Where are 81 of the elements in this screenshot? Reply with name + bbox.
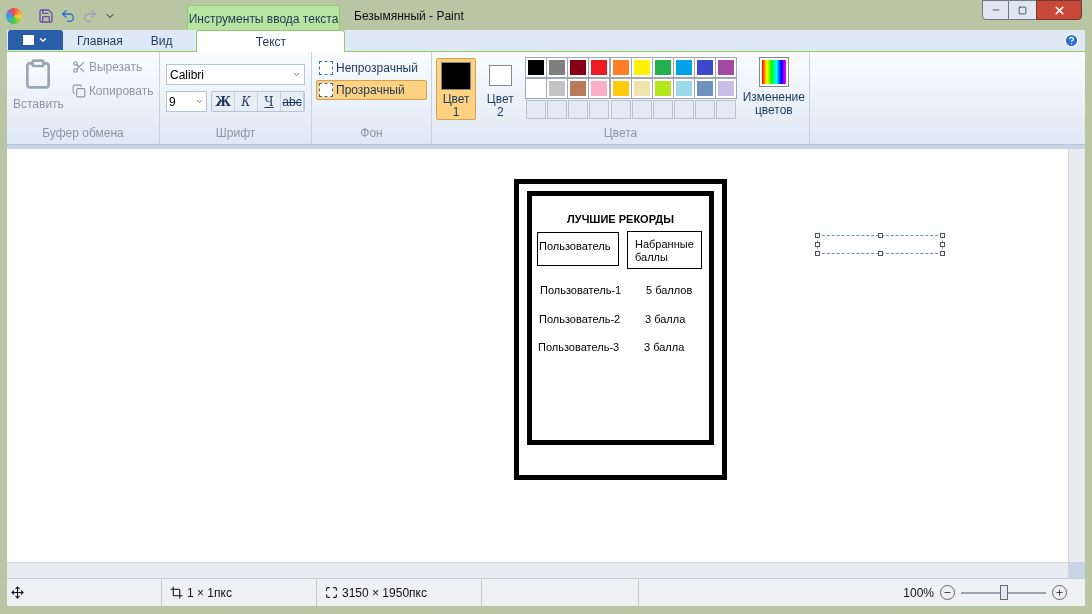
score-text: 3 балла: [644, 340, 685, 355]
font-style-button[interactable]: abc: [281, 92, 304, 111]
palette-color[interactable]: [610, 58, 631, 77]
group-label: Шрифт: [214, 125, 257, 142]
paint-palette-icon[interactable]: [6, 8, 22, 24]
palette-color[interactable]: [568, 79, 589, 98]
palette-color[interactable]: [694, 79, 715, 98]
palette-color[interactable]: [673, 58, 694, 77]
redo-icon[interactable]: [82, 8, 98, 24]
color-slot-button[interactable]: Цвет 2: [480, 58, 521, 120]
palette-color[interactable]: [715, 58, 736, 77]
drawing-canvas[interactable]: ЛУЧШИЕ РЕКОРДЫ Пользователь Набранные баллы Пользователь-1 5 баллов Пользователь-2 3 балла Пользователь-3 3 балла: [7, 149, 1068, 562]
text-box-icon: [319, 61, 333, 75]
palette-color[interactable]: [547, 79, 568, 98]
maximize-button[interactable]: [1009, 0, 1036, 20]
maximize-icon: [1018, 5, 1027, 15]
palette-color[interactable]: [652, 79, 673, 98]
palette-color[interactable]: [526, 58, 547, 77]
font-style-button[interactable]: Ч: [258, 92, 281, 111]
caret-icon: [195, 97, 204, 106]
color-slot-button[interactable]: Цвет 1: [436, 58, 477, 120]
palette-color[interactable]: [526, 79, 547, 98]
window-title: Безымянный - Paint: [354, 8, 464, 25]
group-label: Фон: [359, 125, 384, 142]
group-label: Буфер обмена: [41, 125, 125, 142]
group-label: Цвета: [602, 125, 639, 142]
save-icon[interactable]: [38, 8, 54, 24]
caret-icon: [292, 70, 301, 79]
header-box: Набранные баллы: [627, 231, 702, 269]
palette-color[interactable]: [631, 58, 652, 77]
palette-color[interactable]: [652, 58, 673, 77]
zoom-slider[interactable]: [961, 585, 1046, 600]
contextual-tab-header: Инструменты ввода текста: [187, 5, 340, 32]
edit-colors-button[interactable]: Изменение цветов: [742, 58, 805, 124]
palette-color[interactable]: [715, 79, 736, 98]
palette-color[interactable]: [568, 58, 589, 77]
selection-size-icon: [170, 586, 183, 599]
palette-color[interactable]: [589, 58, 610, 77]
zoom-level-text: 100%: [903, 584, 934, 602]
zoom-slider-thumb[interactable]: [999, 585, 1008, 600]
scissors-icon: [71, 60, 86, 74]
text-box-icon: [319, 83, 333, 97]
drawing-title: ЛУЧШИЕ РЕКОРДЫ: [566, 212, 675, 227]
palette-color[interactable]: [673, 79, 694, 98]
horizontal-scrollbar[interactable]: [7, 562, 1068, 578]
score-text: 5 баллов: [646, 283, 693, 298]
ribbon-tab[interactable]: Текст: [196, 30, 346, 52]
font-family-dropdown[interactable]: Calibri: [166, 64, 305, 85]
ribbon-tab[interactable]: Вид: [136, 31, 187, 51]
plus-icon: [1055, 588, 1064, 597]
undo-icon[interactable]: [60, 8, 76, 24]
palette-color[interactable]: [547, 58, 568, 77]
app-menu-button[interactable]: [8, 30, 63, 50]
user-name-text: Пользователь-2: [539, 311, 621, 327]
user-name-text: Пользователь-3: [538, 340, 620, 355]
background-option[interactable]: Прозрачный: [316, 80, 427, 100]
selection-size-text: 1 × 1пкс: [187, 584, 232, 602]
user-name-text: Пользователь-1: [540, 283, 622, 298]
palette-color[interactable]: [589, 79, 610, 98]
ribbon-tab[interactable]: Главная: [63, 31, 137, 51]
font-style-button[interactable]: Ж: [212, 92, 235, 111]
help-icon[interactable]: [1064, 33, 1079, 48]
close-icon: [1052, 3, 1066, 17]
copy-icon: [71, 84, 86, 98]
palette-color[interactable]: [610, 79, 631, 98]
header-box: Пользователь: [537, 232, 619, 266]
close-button[interactable]: [1036, 0, 1082, 20]
score-text: 3 балла: [645, 311, 686, 327]
move-icon: [11, 586, 24, 599]
background-option[interactable]: Непрозрачный: [316, 58, 427, 78]
text-selection-box[interactable]: [817, 235, 943, 254]
palette-color[interactable]: [631, 79, 652, 98]
font-style-button[interactable]: К: [235, 92, 258, 111]
image-size-icon: [325, 586, 338, 599]
color-spectrum-icon: [759, 58, 788, 86]
minimize-button[interactable]: [982, 0, 1009, 20]
vertical-scrollbar[interactable]: [1068, 149, 1085, 562]
palette-color[interactable]: [694, 58, 715, 77]
font-size-dropdown[interactable]: 9: [166, 91, 207, 112]
image-size-text: 3150 × 1950пкс: [342, 584, 427, 602]
caret-icon: [38, 35, 48, 45]
